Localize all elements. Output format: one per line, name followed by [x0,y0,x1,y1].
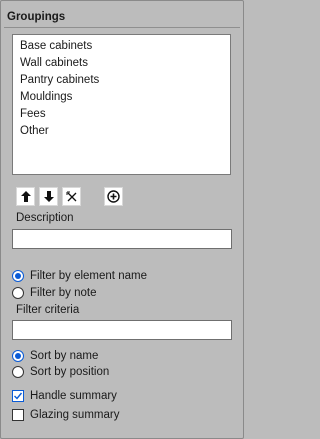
handle-summary-label: Handle summary [30,390,117,402]
glazing-summary-checkbox[interactable]: Glazing summary [12,407,119,423]
move-up-button[interactable] [16,187,35,206]
add-button[interactable] [104,187,123,206]
sort-by-name-label: Sort by name [30,350,99,362]
list-item[interactable]: Base cabinets [20,38,92,55]
group-divider [4,27,240,28]
list-item[interactable]: Wall cabinets [20,55,88,72]
list-item[interactable]: Fees [20,106,46,123]
radio-unselected-icon [12,366,24,378]
glazing-summary-label: Glazing summary [30,409,120,421]
handle-summary-checkbox[interactable]: Handle summary [12,388,117,404]
groupings-title: Groupings [7,11,66,23]
groupings-list[interactable]: Base cabinets Wall cabinets Pantry cabin… [12,34,231,175]
list-item[interactable]: Pantry cabinets [20,72,99,89]
delete-x-icon [66,191,76,201]
groupings-panel: Groupings Base cabinets Wall cabinets Pa… [0,0,244,439]
description-label: Description [16,212,74,224]
sort-by-name-radio[interactable]: Sort by name [12,348,98,364]
move-down-button[interactable] [39,187,58,206]
arrow-down-icon [43,191,54,202]
sort-by-position-radio[interactable]: Sort by position [12,364,109,380]
filter-by-note-label: Filter by note [30,287,97,299]
checkbox-empty-icon [12,409,24,421]
sort-by-position-label: Sort by position [30,366,110,378]
filter-by-note-radio[interactable]: Filter by note [12,285,96,301]
filter-criteria-input[interactable] [12,320,232,340]
filter-by-element-name-label: Filter by element name [30,270,147,282]
arrow-up-icon [20,191,31,202]
delete-button[interactable] [62,187,81,206]
radio-selected-icon [12,270,24,282]
radio-unselected-icon [12,287,24,299]
checkmark-icon [12,390,24,402]
filter-criteria-label: Filter criteria [16,304,80,316]
list-item[interactable]: Other [20,123,49,140]
filter-by-element-name-radio[interactable]: Filter by element name [12,268,147,284]
description-input[interactable] [12,229,232,249]
radio-selected-icon [12,350,24,362]
list-item[interactable]: Mouldings [20,89,72,106]
plus-circle-icon [107,190,120,203]
